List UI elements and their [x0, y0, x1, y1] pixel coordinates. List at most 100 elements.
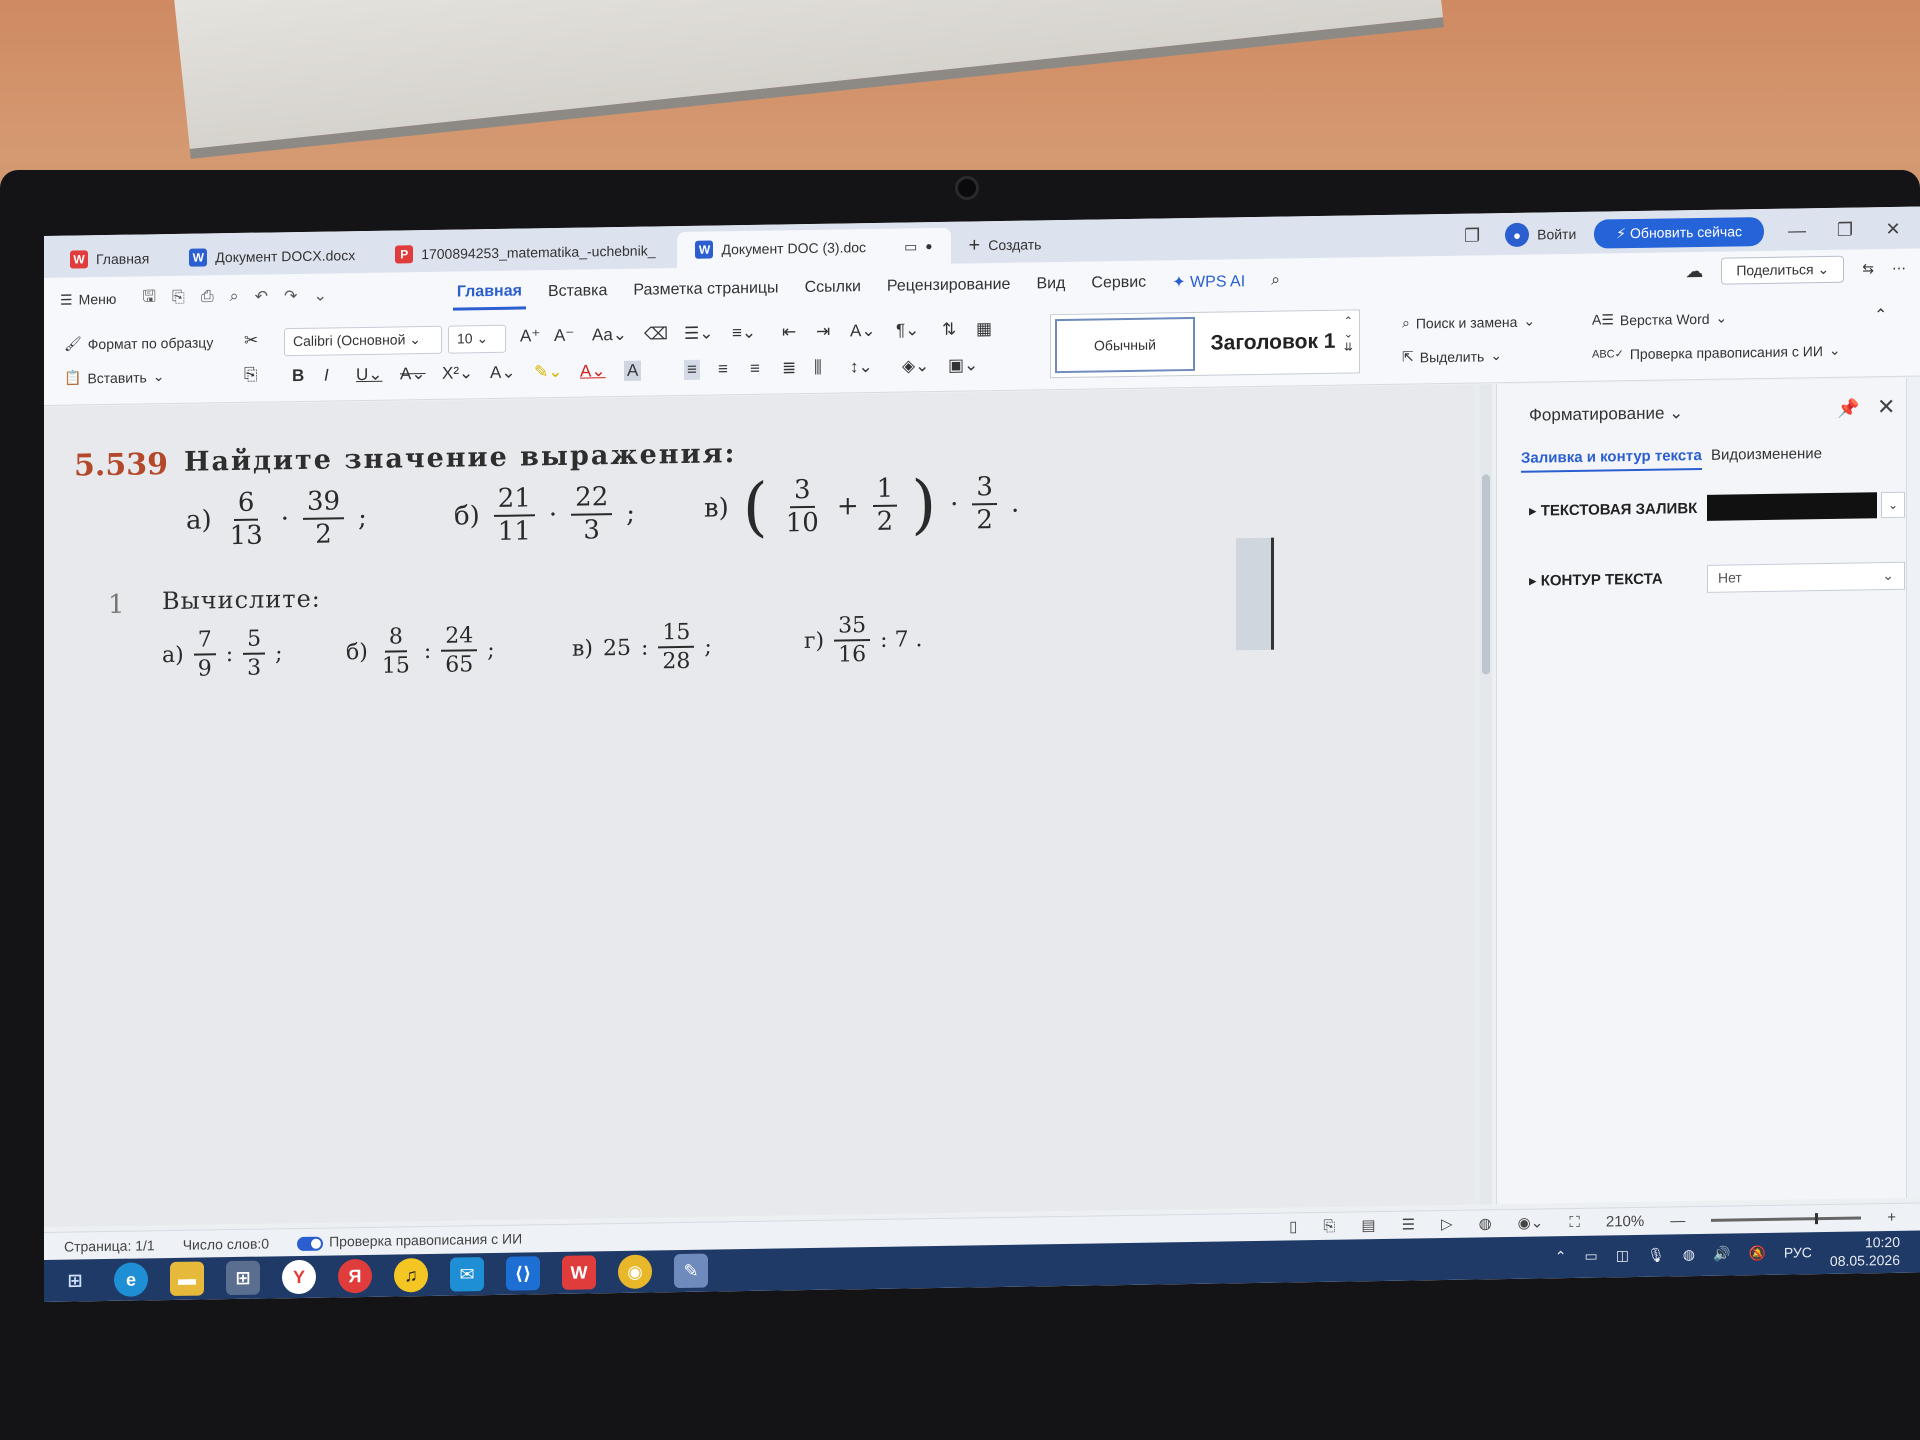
menu-button[interactable]: ☰ Меню: [60, 290, 116, 308]
play-icon[interactable]: ▷: [1441, 1215, 1453, 1233]
page-view-icon[interactable]: ▯: [1289, 1217, 1297, 1235]
tab-home-ribbon[interactable]: Главная: [452, 275, 526, 311]
sort-icon[interactable]: ⇅: [942, 320, 956, 340]
highlight-icon[interactable]: ✎⌄: [534, 362, 563, 382]
shading-icon[interactable]: ◈⌄: [902, 356, 929, 376]
zoom-slider-knob[interactable]: [1815, 1212, 1819, 1224]
chevron-down-icon[interactable]: ⌄: [313, 286, 326, 306]
zoom-in-icon[interactable]: +: [1887, 1208, 1896, 1225]
paste-button[interactable]: 📋 Вставить ⌄: [64, 368, 165, 387]
clear-format-icon[interactable]: ⌫: [644, 324, 668, 344]
text-effect-icon[interactable]: A⌄: [490, 363, 516, 383]
yandex-icon[interactable]: Я: [338, 1258, 372, 1294]
text-fill-color-swatch[interactable]: [1707, 492, 1877, 521]
web-view-icon[interactable]: ⎘: [1323, 1217, 1335, 1234]
zoom-level[interactable]: 210%: [1606, 1212, 1644, 1230]
pane-title[interactable]: Форматирование ⌄: [1529, 403, 1683, 425]
copy-icon[interactable]: ⎘: [244, 365, 258, 385]
style-normal[interactable]: Обычный: [1055, 316, 1195, 374]
font-color-icon[interactable]: A⌄: [580, 361, 606, 381]
create-tab-button[interactable]: + Создать: [955, 226, 1056, 264]
redo-icon[interactable]: ↷: [284, 286, 297, 306]
print-preview-icon[interactable]: ⌕: [230, 288, 239, 306]
tab-view[interactable]: Вид: [1032, 269, 1069, 300]
page-indicator[interactable]: Страница: 1/1: [64, 1237, 155, 1254]
grow-font-icon[interactable]: A⁺: [520, 326, 540, 346]
char-shading-icon[interactable]: A: [624, 360, 642, 381]
file-explorer-icon[interactable]: ▬: [170, 1261, 204, 1297]
tab-docx[interactable]: W Документ DOCX.docx: [171, 237, 373, 276]
update-now-button[interactable]: ⚡ Обновить сейчас: [1594, 216, 1764, 249]
align-right-icon[interactable]: ≡: [750, 359, 760, 379]
text-direction-icon[interactable]: A⌄: [850, 321, 876, 341]
network-icon[interactable]: ◍: [1683, 1246, 1695, 1263]
windows-start-icon[interactable]: ⊞: [58, 1263, 92, 1298]
tab-references[interactable]: Ссылки: [801, 272, 865, 303]
mail-icon[interactable]: ✉: [450, 1257, 484, 1292]
spellcheck-ai-button[interactable]: ABC✓ Проверка правописания с ИИ ⌄: [1592, 342, 1841, 363]
strikethrough-icon[interactable]: A⌄: [400, 364, 426, 384]
close-icon[interactable]: ✕: [1877, 394, 1895, 420]
change-case-icon[interactable]: Aa⌄: [592, 325, 627, 346]
tab-home[interactable]: W Главная: [52, 240, 167, 278]
document-page[interactable]: 5.539 Найдите значение выражения: а) 6 13…: [44, 384, 1474, 1227]
read-mode-icon[interactable]: ▤: [1361, 1216, 1375, 1234]
style-heading-1[interactable]: Заголовок 1: [1205, 315, 1341, 371]
share-button[interactable]: Поделиться ⌄: [1721, 255, 1845, 285]
table-grid-icon[interactable]: ▦: [976, 319, 992, 339]
bullet-list-icon[interactable]: ☰⌄: [684, 323, 713, 343]
font-size-select[interactable]: 10 ⌄: [448, 324, 506, 354]
vscode-icon[interactable]: ⟨⟩: [506, 1256, 540, 1291]
tab-fill-outline[interactable]: Заливка и контур текста: [1521, 446, 1702, 473]
save-icon[interactable]: 🖫: [142, 285, 156, 312]
collaborate-icon[interactable]: ⇆: [1862, 260, 1874, 277]
restore-icon[interactable]: ❐: [1830, 219, 1860, 240]
tab-doc-active[interactable]: W Документ DOC (3).doc ▭ ●: [677, 227, 951, 269]
word-count[interactable]: Число слов:0: [183, 1235, 269, 1252]
align-left-icon[interactable]: ≡: [684, 359, 700, 380]
increase-indent-icon[interactable]: ⇥: [816, 322, 830, 342]
language-indicator[interactable]: РУС: [1784, 1244, 1812, 1260]
numbered-list-icon[interactable]: ≡⌄: [732, 323, 756, 343]
tab-page-layout[interactable]: Разметка страницы: [629, 273, 782, 305]
export-icon[interactable]: ⎘: [172, 289, 185, 307]
print-icon[interactable]: ⎙: [201, 288, 214, 306]
zoom-out-icon[interactable]: —: [1670, 1212, 1685, 1229]
scrollbar-thumb[interactable]: [1482, 474, 1490, 675]
distribute-icon[interactable]: ⫼: [814, 358, 822, 378]
line-spacing-icon[interactable]: ↕⌄: [850, 357, 873, 377]
tab-wps-ai[interactable]: ✦ WPS AI: [1168, 265, 1249, 298]
format-painter-button[interactable]: 🖌 Формат по образцу: [64, 333, 213, 352]
borders-icon[interactable]: ▣⌄: [948, 355, 978, 375]
text-outline-select[interactable]: Нет ⌄: [1707, 561, 1905, 593]
paragraph-mark-icon[interactable]: ¶⌄: [896, 320, 919, 340]
styles-scroll-icon[interactable]: ⌃ ⌄ ⇊: [1344, 314, 1353, 353]
text-outline-row[interactable]: ▸ КОНТУР ТЕКСТА: [1529, 570, 1663, 590]
tab-pdf[interactable]: P 1700894253_matematika_-uchebnik_: [377, 232, 673, 273]
tab-service[interactable]: Сервис: [1087, 268, 1150, 299]
globe-icon[interactable]: ◍: [1479, 1214, 1492, 1232]
select-button[interactable]: ⇱ Выделить ⌄: [1402, 347, 1502, 366]
font-family-select[interactable]: Calibri (Основной ⌄: [284, 325, 442, 357]
more-icon[interactable]: ⋯: [1892, 260, 1906, 277]
paint-icon[interactable]: ✎: [674, 1253, 708, 1289]
eye-icon[interactable]: ◉⌄: [1518, 1213, 1544, 1231]
search-icon[interactable]: ⌕: [1267, 266, 1284, 296]
superscript-icon[interactable]: X²⌄: [442, 363, 473, 383]
battery-icon[interactable]: ▭: [1585, 1247, 1598, 1264]
store-icon[interactable]: ⊞: [226, 1260, 260, 1296]
underline-icon[interactable]: U⌄: [356, 365, 383, 385]
close-icon[interactable]: ✕: [1878, 218, 1908, 239]
tab-review[interactable]: Рецензирование: [883, 270, 1015, 302]
ai-spellcheck-toggle[interactable]: Проверка правописания с ИИ: [297, 1231, 522, 1251]
window-pane-icon[interactable]: ❐: [1457, 225, 1487, 246]
tab-insert[interactable]: Вставка: [544, 276, 611, 307]
chevron-down-icon[interactable]: ⌄: [1881, 491, 1905, 519]
italic-icon[interactable]: I: [324, 366, 329, 386]
justify-icon[interactable]: ≣: [782, 358, 796, 378]
notifications-off-icon[interactable]: 🔕: [1748, 1245, 1765, 1262]
find-replace-button[interactable]: ⌕ Поиск и замена ⌄: [1402, 313, 1535, 332]
minimize-icon[interactable]: —: [1782, 220, 1812, 241]
clock[interactable]: 10:20 08.05.2026: [1830, 1233, 1900, 1270]
wps-office-icon[interactable]: W: [562, 1255, 596, 1290]
